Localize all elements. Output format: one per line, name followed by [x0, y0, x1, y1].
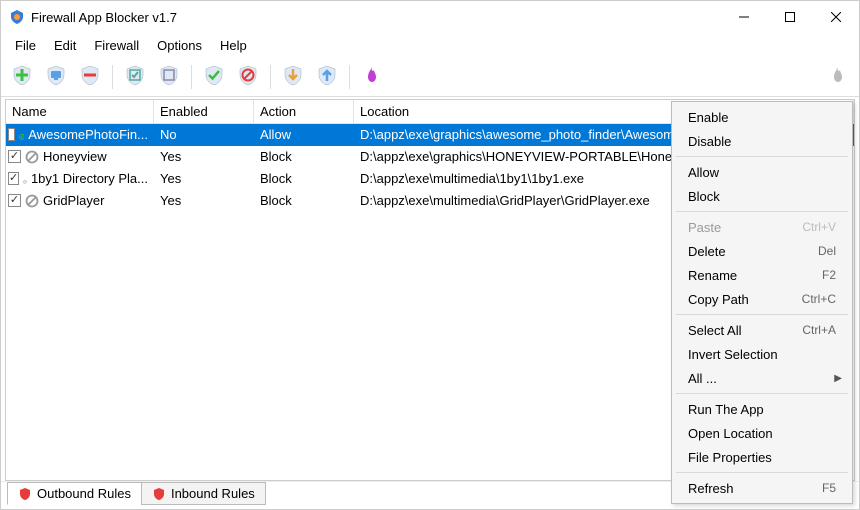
- block-icon: [25, 194, 39, 208]
- row-enabled: Yes: [154, 171, 254, 186]
- menu-divider: [676, 393, 848, 394]
- ctx-paste: PasteCtrl+V: [674, 215, 850, 239]
- checkall-icon: [124, 64, 146, 89]
- remove-button[interactable]: [75, 62, 105, 92]
- toolbar: [1, 57, 859, 97]
- col-enabled[interactable]: Enabled: [154, 100, 254, 123]
- checkall-button[interactable]: [120, 62, 150, 92]
- context-menu: Enable Disable Allow Block PasteCtrl+V D…: [671, 101, 853, 504]
- ctx-enable[interactable]: Enable: [674, 105, 850, 129]
- flame-icon: [361, 64, 383, 89]
- block-icon: [237, 64, 259, 89]
- row-name: AwesomePhotoFin...: [28, 127, 148, 142]
- tab-inbound[interactable]: Inbound Rules: [141, 482, 266, 505]
- logo-button[interactable]: [823, 62, 853, 92]
- ctx-block[interactable]: Block: [674, 184, 850, 208]
- menu-firewall[interactable]: Firewall: [86, 36, 147, 55]
- allow-icon: [203, 64, 225, 89]
- row-checkbox[interactable]: [8, 172, 19, 185]
- menu-divider: [676, 472, 848, 473]
- ctx-fileprops[interactable]: File Properties: [674, 445, 850, 469]
- ctx-delete[interactable]: DeleteDel: [674, 239, 850, 263]
- row-action: Block: [254, 171, 354, 186]
- toolbar-separator: [191, 65, 192, 89]
- tab-outbound[interactable]: Outbound Rules: [7, 482, 142, 505]
- titlebar: Firewall App Blocker v1.7: [1, 1, 859, 33]
- row-enabled: No: [154, 127, 254, 142]
- flame-button[interactable]: [357, 62, 387, 92]
- row-checkbox[interactable]: [8, 150, 21, 163]
- monitor-icon: [45, 64, 67, 89]
- block-icon: [23, 172, 27, 186]
- ctx-run[interactable]: Run The App: [674, 397, 850, 421]
- ctx-invert[interactable]: Invert Selection: [674, 342, 850, 366]
- col-name[interactable]: Name: [6, 100, 154, 123]
- add-icon: [11, 64, 33, 89]
- close-button[interactable]: [813, 1, 859, 33]
- minimize-button[interactable]: [721, 1, 767, 33]
- row-action: Block: [254, 193, 354, 208]
- allow-icon: [19, 128, 25, 142]
- submenu-arrow-icon: ▶: [834, 373, 842, 384]
- row-name: GridPlayer: [43, 193, 104, 208]
- block-button[interactable]: [233, 62, 263, 92]
- tab-label: Inbound Rules: [171, 486, 255, 501]
- ctx-disable[interactable]: Disable: [674, 129, 850, 153]
- down-icon: [282, 64, 304, 89]
- ctx-all[interactable]: All ...▶: [674, 366, 850, 390]
- row-enabled: Yes: [154, 193, 254, 208]
- col-action[interactable]: Action: [254, 100, 354, 123]
- row-checkbox[interactable]: [8, 194, 21, 207]
- ctx-rename[interactable]: RenameF2: [674, 263, 850, 287]
- allow-button[interactable]: [199, 62, 229, 92]
- uncheckall-icon: [158, 64, 180, 89]
- monitor-button[interactable]: [41, 62, 71, 92]
- up-icon: [316, 64, 338, 89]
- menu-divider: [676, 156, 848, 157]
- toolbar-separator: [112, 65, 113, 89]
- toolbar-separator: [270, 65, 271, 89]
- row-name: Honeyview: [43, 149, 107, 164]
- moveup-button[interactable]: [312, 62, 342, 92]
- add-button[interactable]: [7, 62, 37, 92]
- toolbar-separator: [349, 65, 350, 89]
- movedown-button[interactable]: [278, 62, 308, 92]
- remove-icon: [79, 64, 101, 89]
- window-title: Firewall App Blocker v1.7: [31, 10, 721, 25]
- ctx-allow[interactable]: Allow: [674, 160, 850, 184]
- ctx-selectall[interactable]: Select AllCtrl+A: [674, 318, 850, 342]
- row-checkbox[interactable]: [8, 128, 15, 141]
- menu-edit[interactable]: Edit: [46, 36, 84, 55]
- shield-icon: [18, 487, 32, 501]
- menubar: File Edit Firewall Options Help: [1, 33, 859, 57]
- shield-icon: [152, 487, 166, 501]
- menu-options[interactable]: Options: [149, 36, 210, 55]
- row-name: 1by1 Directory Pla...: [31, 171, 148, 186]
- row-action: Allow: [254, 127, 354, 142]
- block-icon: [25, 150, 39, 164]
- row-enabled: Yes: [154, 149, 254, 164]
- menu-help[interactable]: Help: [212, 36, 255, 55]
- maximize-button[interactable]: [767, 1, 813, 33]
- tab-label: Outbound Rules: [37, 486, 131, 501]
- ctx-openloc[interactable]: Open Location: [674, 421, 850, 445]
- menu-divider: [676, 314, 848, 315]
- menu-divider: [676, 211, 848, 212]
- ctx-refresh[interactable]: RefreshF5: [674, 476, 850, 500]
- uncheckall-button[interactable]: [154, 62, 184, 92]
- row-action: Block: [254, 149, 354, 164]
- app-icon: [9, 9, 25, 25]
- menu-file[interactable]: File: [7, 36, 44, 55]
- logo-flame-icon: [827, 64, 849, 89]
- ctx-copypath[interactable]: Copy PathCtrl+C: [674, 287, 850, 311]
